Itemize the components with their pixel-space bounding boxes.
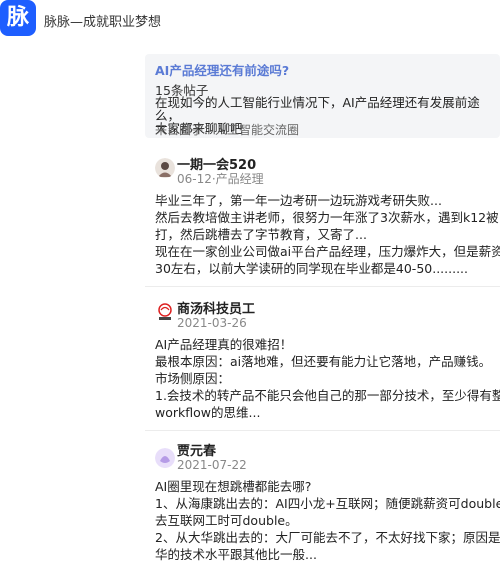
post-body-line: 去互联网工时可double。 (155, 513, 298, 528)
post-card[interactable]: 商汤科技员工 2021-03-26 AI产品经理真的很难招！ 最根本原因：ai落… (145, 290, 500, 430)
topic-source-circle[interactable]: 来自圈子：人工智能交流圈 (155, 121, 299, 138)
topic-description-line: 在现如今的人工智能行业情况下，AI产品经理还有发展前途么， (155, 95, 480, 123)
post-body: AI产品经理真的很难招！ 最根本原因：ai落地难，但还要有能力让它落地，产品赚钱… (155, 336, 500, 421)
post-body-line: 最根本原因：ai落地难，但还要有能力让它落地，产品赚钱。 (155, 354, 492, 369)
post-body-line: workflow的思维... (155, 405, 261, 420)
post-body-line: 毕业三年了，第一年一边考研一边玩游戏考研失败... (155, 193, 442, 208)
post-body: AI圈里现在想跳槽都能去哪? 1、从海康跳出去的：AI四小龙+互联网；随便跳薪资… (155, 478, 500, 563)
post-body-line: 市场侧原因： (155, 371, 231, 386)
post-author[interactable]: 贾元春 (177, 440, 216, 459)
topic-card[interactable]: AI产品经理还有前途吗? 15条帖子 在现如今的人工智能行业情况下，AI产品经理… (145, 54, 500, 138)
post-body-line: 2、从大华跳出去的：大厂可能去不了，不太好找下家；原因是大 (155, 530, 500, 545)
post-card[interactable]: 一期一会520 06-12·产品经理 毕业三年了，第一年一边考研一边玩游戏考研失… (145, 150, 500, 280)
post-body-line: 1.会技术的转产品不能只会他自己的那一部分技术，至少得有整个 (155, 388, 500, 403)
post-body-line: 1、从海康跳出去的：AI四小龙+互联网；随便跳薪资可double， (155, 496, 500, 511)
post-body-line: 现在在一家创业公司做ai平台产品经理，压力爆炸大，但是薪资才 (155, 244, 500, 259)
post-body: 毕业三年了，第一年一边考研一边玩游戏考研失败... 然后去教培做主讲老师，很努力… (155, 192, 500, 277)
company-logo-icon[interactable] (155, 302, 175, 322)
user-avatar-icon[interactable] (155, 448, 175, 468)
post-body-line: 然后去教培做主讲老师，很努力一年涨了3次薪水，遇到k12被 (155, 210, 499, 225)
topic-title[interactable]: AI产品经理还有前途吗? (155, 60, 289, 79)
post-body-line: 华的技术水平跟其他比一般... (155, 547, 317, 562)
post-body-line: 30左右，以前大学读研的同学现在毕业都是40-50......... (155, 261, 468, 276)
divider (145, 286, 500, 287)
user-avatar-icon[interactable] (155, 158, 175, 178)
maimai-logo[interactable]: 脉 (0, 0, 36, 36)
post-meta: 2021-07-22 (177, 458, 247, 472)
post-meta: 06-12·产品经理 (177, 172, 264, 186)
post-body-line: AI产品经理真的很难招！ (155, 337, 293, 352)
post-body-line: 打，然后跳槽去了字节教育，又寄了... (155, 227, 367, 242)
post-body-line: AI圈里现在想跳槽都能去哪? (155, 479, 312, 494)
app-slogan: 脉脉—成就职业梦想 (44, 15, 162, 30)
post-author[interactable]: 商汤科技员工 (177, 298, 255, 317)
post-card[interactable]: 贾元春 2021-07-22 AI圈里现在想跳槽都能去哪? 1、从海康跳出去的：… (145, 434, 500, 576)
divider (145, 430, 500, 431)
app-header: 脉 脉脉—成就职业梦想 (0, 0, 500, 40)
post-meta: 2021-03-26 (177, 316, 247, 330)
